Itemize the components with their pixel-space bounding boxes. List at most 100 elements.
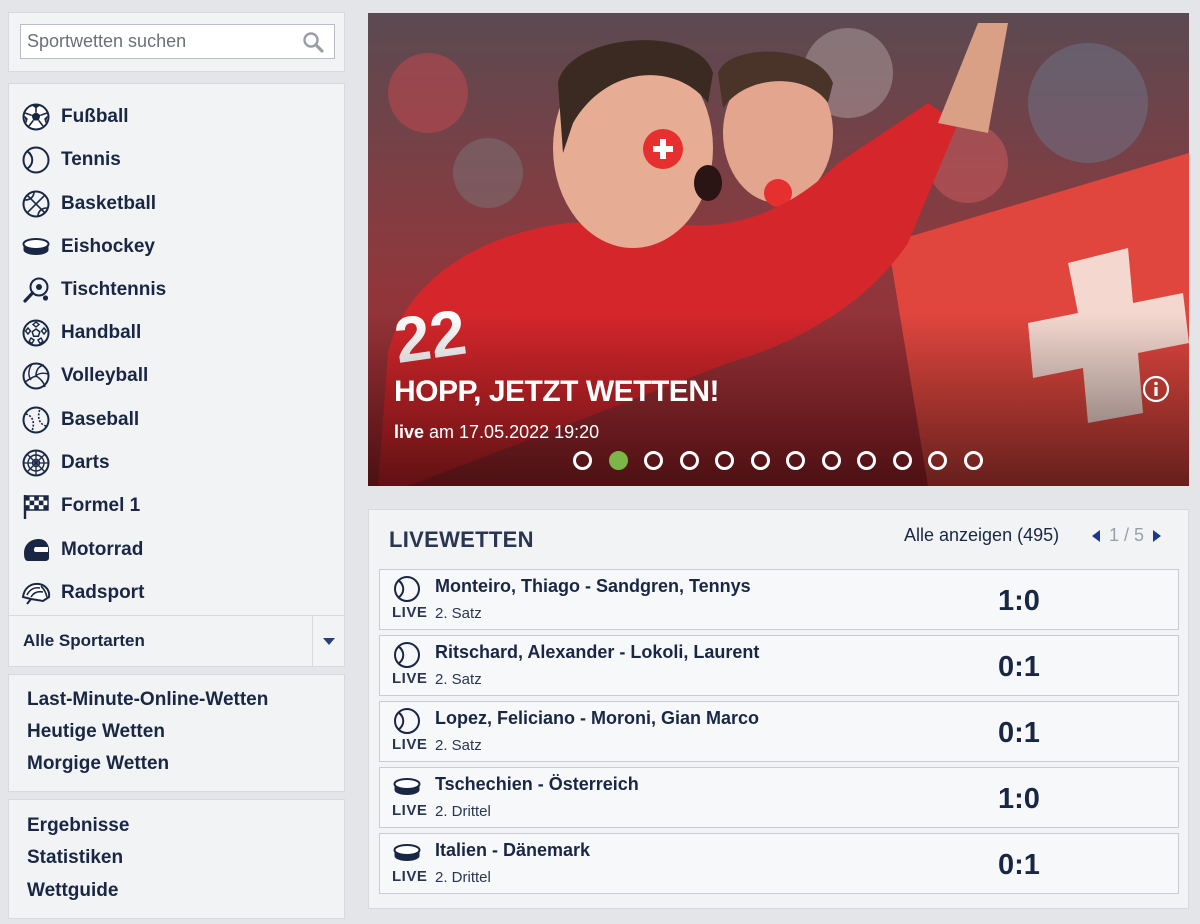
sport-label: Fußball [61, 105, 129, 127]
live-tag: LIVE [392, 736, 428, 753]
match-score: 0:1 [998, 717, 1040, 749]
dartboard-icon [21, 448, 51, 478]
link-results[interactable]: Ergebnisse [27, 815, 129, 837]
caret-right-icon [1153, 529, 1162, 542]
hero-banner[interactable]: 22 HOPP, JETZT WETTEN! live am 17.05.202… [368, 13, 1189, 486]
live-tag: LIVE [392, 868, 428, 885]
caret-down-icon [322, 637, 335, 645]
bicycle-helmet-icon [21, 578, 51, 608]
search-icon[interactable] [302, 31, 324, 53]
search-input[interactable] [27, 25, 297, 58]
live-tag: LIVE [392, 802, 428, 819]
match-teams: Lopez, Feliciano - Moroni, Gian Marco [435, 708, 760, 728]
sport-item-radsport[interactable]: Radsport [9, 571, 344, 614]
all-sports-dropdown[interactable] [312, 616, 344, 667]
sport-item-tennis[interactable]: Tennis [9, 138, 344, 181]
results-links-panel: Ergebnisse Statistiken Wettguide [8, 799, 345, 919]
slide-dot[interactable] [679, 451, 699, 470]
sport-item-basketball[interactable]: Basketball [9, 182, 344, 225]
sport-item-volleyball[interactable]: Volleyball [9, 354, 344, 397]
match-period: 2. Satz [435, 605, 482, 622]
sport-item-fussball[interactable]: Fußball [9, 95, 344, 138]
slide-dot[interactable] [857, 451, 876, 470]
sport-item-motorrad[interactable]: Motorrad [9, 528, 344, 571]
slide-dot[interactable] [892, 451, 912, 470]
basketball-icon [21, 189, 51, 219]
live-match-row[interactable]: LIVE Ritschard, Alexander - Lokoli, Laur… [379, 635, 1179, 696]
handball-icon [21, 318, 51, 348]
sport-label: Motorrad [61, 538, 144, 560]
slide-indicators [573, 451, 999, 470]
match-teams: Ritschard, Alexander - Lokoli, Laurent [435, 642, 760, 662]
baseball-icon [21, 405, 51, 435]
slide-dot[interactable] [963, 451, 983, 470]
search-box[interactable] [20, 24, 335, 59]
live-tag: LIVE [392, 670, 428, 687]
tennis-ball-icon [21, 145, 51, 175]
hockey-puck-icon [393, 778, 421, 795]
sport-label: Basketball [61, 192, 157, 214]
live-match-row[interactable]: LIVE Lopez, Feliciano - Moroni, Gian Mar… [379, 701, 1179, 762]
all-sports-row: Alle Sportarten [9, 615, 344, 667]
match-teams: Monteiro, Thiago - Sandgren, Tennys [435, 576, 751, 596]
match-score: 0:1 [998, 651, 1040, 683]
quick-links-panel: Last-Minute-Online-Wetten Heutige Wetten… [8, 674, 345, 792]
live-match-row[interactable]: LIVE Tschechien - Österreich 2. Drittel … [379, 767, 1179, 828]
slide-dot[interactable] [573, 451, 592, 470]
match-teams: Italien - Dänemark [435, 840, 591, 860]
table-tennis-paddle-icon [21, 275, 51, 305]
sport-item-handball[interactable]: Handball [9, 311, 344, 354]
hero-title: HOPP, JETZT WETTEN! [394, 375, 719, 408]
soccer-ball-icon [21, 102, 51, 132]
next-page-button[interactable] [1150, 526, 1164, 546]
match-period: 2. Satz [435, 737, 482, 754]
sport-item-eishockey[interactable]: Eishockey [9, 225, 344, 268]
slide-dot[interactable] [928, 451, 947, 470]
slide-dot[interactable] [608, 451, 628, 470]
match-period: 2. Satz [435, 671, 482, 688]
all-sports-link[interactable]: Alle Sportarten [23, 631, 145, 651]
slide-dot[interactable] [750, 451, 770, 470]
hero-live-word: live [394, 422, 425, 442]
match-score: 0:1 [998, 849, 1040, 881]
sport-item-darts[interactable]: Darts [9, 441, 344, 484]
live-pager: 1 / 5 [1089, 525, 1164, 546]
link-tomorrow[interactable]: Morgige Wetten [27, 753, 169, 775]
match-period: 2. Drittel [435, 803, 491, 820]
volleyball-icon [21, 361, 51, 391]
live-match-row[interactable]: LIVE Italien - Dänemark 2. Drittel 0:1 [379, 833, 1179, 894]
link-today[interactable]: Heutige Wetten [27, 721, 165, 743]
tennis-ball-icon [394, 642, 420, 668]
sport-label: Handball [61, 321, 142, 343]
sport-label: Tischtennis [61, 278, 167, 300]
link-last-minute[interactable]: Last-Minute-Online-Wetten [27, 689, 268, 711]
link-statistics[interactable]: Statistiken [27, 847, 123, 869]
sport-item-tischtennis[interactable]: Tischtennis [9, 268, 344, 311]
slide-dot[interactable] [644, 451, 663, 470]
sport-label: Eishockey [61, 235, 155, 257]
caret-left-icon [1092, 529, 1100, 542]
hero-image: 22 [368, 13, 1189, 486]
sport-label: Tennis [61, 148, 121, 170]
sport-item-baseball[interactable]: Baseball [9, 398, 344, 441]
match-period: 2. Drittel [435, 869, 491, 886]
sport-label: Volleyball [61, 364, 149, 386]
link-betting-guide[interactable]: Wettguide [27, 880, 118, 902]
show-all-link[interactable]: Alle anzeigen (495) [904, 525, 1059, 546]
slide-dot[interactable] [786, 451, 805, 470]
live-match-row[interactable]: LIVE Monteiro, Thiago - Sandgren, Tennys… [379, 569, 1179, 630]
match-score: 1:0 [998, 783, 1040, 815]
sport-label: Radsport [61, 581, 145, 603]
live-bets-title: LIVEWETTEN [389, 527, 534, 552]
search-panel [8, 12, 345, 72]
sport-item-formel-1[interactable]: Formel 1 [9, 484, 344, 527]
page-indicator: 1 / 5 [1109, 525, 1145, 545]
slide-dot[interactable] [821, 451, 841, 470]
sport-label: Baseball [61, 408, 140, 430]
tennis-ball-icon [394, 708, 420, 734]
slide-dot[interactable] [715, 451, 734, 470]
prev-page-button[interactable] [1089, 526, 1103, 546]
motorcycle-helmet-icon [21, 535, 51, 565]
sport-label: Formel 1 [61, 494, 141, 516]
info-icon[interactable] [1142, 375, 1170, 403]
